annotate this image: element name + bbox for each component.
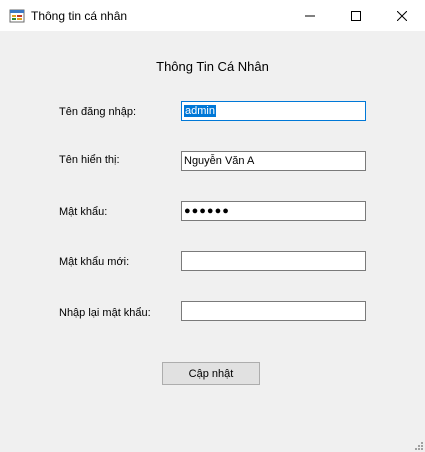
window-title: Thông tin cá nhân (31, 9, 128, 23)
display-name-field[interactable]: Nguyễn Văn A (181, 151, 366, 171)
confirm-password-label: Nhập lại mật khẩu: (59, 307, 151, 319)
form-heading: Thông Tin Cá Nhân (156, 59, 269, 74)
close-icon (397, 10, 407, 21)
username-field[interactable]: admin (181, 101, 366, 121)
maximize-icon (351, 10, 361, 21)
password-label: Mật khẩu: (59, 206, 108, 218)
resize-grip-icon[interactable] (413, 440, 423, 450)
update-button[interactable]: Cập nhật (162, 362, 260, 385)
form-body: Thông Tin Cá Nhân Tên đăng nhập: admin T… (0, 31, 425, 452)
username-label: Tên đăng nhập: (59, 106, 137, 118)
password-field[interactable]: ●●●●●● (181, 201, 366, 221)
new-password-label: Mật khẩu mới: (59, 256, 130, 268)
confirm-password-field[interactable] (181, 301, 366, 321)
minimize-button[interactable] (287, 0, 333, 31)
maximize-button[interactable] (333, 0, 379, 31)
display-name-label: Tên hiển thị: (59, 154, 120, 166)
app-form-icon (9, 8, 25, 24)
new-password-field[interactable] (181, 251, 366, 271)
app-window: Thông tin cá nhân Thông Tin Cá Nhân Tên … (0, 0, 425, 452)
minimize-icon (305, 15, 315, 16)
username-value: admin (184, 105, 216, 117)
title-bar[interactable]: Thông tin cá nhân (0, 0, 425, 31)
close-button[interactable] (379, 0, 425, 31)
